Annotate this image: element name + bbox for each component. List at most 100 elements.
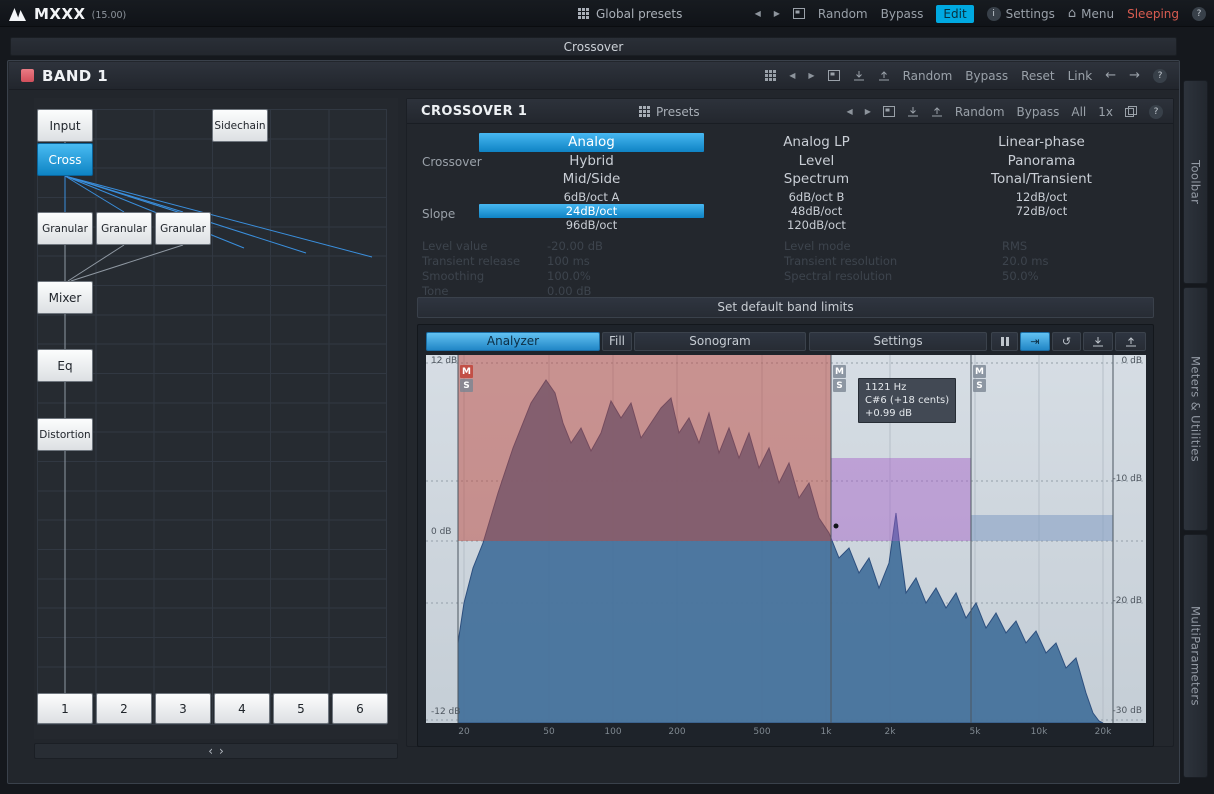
node-mixer[interactable]: Mixer — [37, 281, 93, 314]
node-granular-2[interactable]: Granular — [96, 212, 152, 245]
settings-button[interactable]: i Settings — [987, 7, 1055, 21]
node-input[interactable]: Input — [37, 109, 93, 142]
band1-solo-button[interactable]: S — [460, 379, 473, 392]
tab-analyzer[interactable]: Analyzer — [426, 332, 600, 351]
logo[interactable]: MXXX (15.00) — [8, 0, 126, 27]
crossover-panel-header: CROSSOVER 1 Presets ◀ ▶ Random Bypass Al… — [407, 99, 1173, 124]
detach-window-icon[interactable] — [1125, 106, 1137, 117]
sleeping-indicator[interactable]: Sleeping — [1127, 7, 1179, 21]
side-tab-meters-utilities[interactable]: Meters & Utilities — [1183, 287, 1208, 531]
routing-graph-panel[interactable]: Input Sidechain Cross Granular Granular … — [34, 98, 398, 739]
preset-box-icon[interactable] — [828, 70, 840, 81]
load-preset-icon[interactable] — [931, 106, 943, 117]
bypass-button[interactable]: Bypass — [881, 7, 924, 21]
help-icon[interactable]: ? — [1192, 7, 1206, 21]
preset-box-icon[interactable] — [883, 106, 895, 117]
save-preset-icon[interactable] — [853, 70, 865, 81]
next-preset-icon[interactable]: ▶ — [865, 107, 871, 116]
node-eq[interactable]: Eq — [37, 349, 93, 382]
option-24db[interactable]: 24dB/oct — [479, 204, 704, 218]
option-hybrid[interactable]: Hybrid — [479, 152, 704, 171]
option-panorama[interactable]: Panorama — [929, 152, 1154, 171]
edit-button[interactable]: Edit — [936, 5, 973, 23]
reset-button[interactable]: Reset — [1021, 69, 1055, 83]
routing-grid[interactable] — [37, 109, 387, 725]
option-analog[interactable]: Analog — [479, 133, 704, 152]
node-granular-1[interactable]: Granular — [37, 212, 93, 245]
node-distortion[interactable]: Distortion — [37, 418, 93, 451]
global-presets-button[interactable]: Global presets — [578, 0, 682, 27]
grid-icon[interactable] — [765, 70, 776, 81]
link-button[interactable]: Link — [1068, 69, 1093, 83]
option-12db[interactable]: 12dB/oct — [929, 190, 1154, 204]
option-linear-phase[interactable]: Linear-phase — [929, 133, 1154, 152]
help-icon[interactable]: ? — [1153, 69, 1167, 83]
node-cross[interactable]: Cross — [37, 143, 93, 176]
slot-3[interactable]: 3 — [155, 693, 211, 724]
set-default-band-limits-button[interactable]: Set default band limits — [417, 297, 1154, 318]
scroll-right-icon[interactable]: › — [219, 744, 224, 758]
save-preset-icon[interactable] — [907, 106, 919, 117]
option-mid-side[interactable]: Mid/Side — [479, 170, 704, 189]
graph-scrollbar[interactable]: ‹ › — [34, 743, 398, 759]
node-granular-3[interactable]: Granular — [155, 212, 211, 245]
load-preset-icon[interactable] — [878, 70, 890, 81]
slot-5[interactable]: 5 — [273, 693, 329, 724]
reset-analysis-button[interactable]: ↺ — [1052, 332, 1081, 351]
node-sidechain[interactable]: Sidechain — [212, 109, 268, 142]
preset-box-icon[interactable] — [793, 8, 805, 19]
option-72db[interactable]: 72dB/oct — [929, 204, 1154, 218]
arrow-right-icon[interactable]: → — [1129, 68, 1140, 83]
pause-button[interactable] — [991, 332, 1018, 351]
freq-tick: 20 — [458, 727, 469, 737]
arrow-left-icon[interactable]: ← — [1105, 68, 1116, 83]
app-title: MXXX — [34, 5, 86, 23]
band3-mute-button[interactable]: M — [973, 365, 986, 378]
option-level[interactable]: Level — [704, 152, 929, 171]
side-tab-toolbar[interactable]: Toolbar — [1183, 80, 1208, 284]
option-tonal-transient[interactable]: Tonal/Transient — [929, 170, 1154, 189]
crossover-strip[interactable]: Crossover — [10, 37, 1177, 56]
band2-solo-button[interactable]: S — [833, 379, 846, 392]
menu-button[interactable]: ⌂ Menu — [1068, 6, 1114, 21]
band-color-swatch[interactable] — [21, 69, 34, 82]
band3-solo-button[interactable]: S — [973, 379, 986, 392]
next-preset-icon[interactable]: ▶ — [808, 71, 814, 80]
tab-settings[interactable]: Settings — [809, 332, 987, 351]
tab-sonogram[interactable]: Sonogram — [634, 332, 806, 351]
prev-preset-icon[interactable]: ◀ — [789, 71, 795, 80]
prev-preset-icon[interactable]: ◀ — [847, 107, 853, 116]
export-button[interactable] — [1083, 332, 1113, 351]
help-icon[interactable]: ? — [1149, 105, 1163, 119]
scroll-left-icon[interactable]: ‹ — [208, 744, 213, 758]
band1-mute-button[interactable]: M — [460, 365, 473, 378]
bypass-button[interactable]: Bypass — [1017, 105, 1060, 119]
random-button[interactable]: Random — [903, 69, 953, 83]
slot-1[interactable]: 1 — [37, 693, 93, 724]
random-button[interactable]: Random — [818, 7, 868, 21]
option-120db[interactable]: 120dB/oct — [704, 218, 929, 232]
side-tab-multiparameters[interactable]: MultiParameters — [1183, 534, 1208, 778]
normalize-button[interactable]: ⇥ — [1020, 332, 1050, 351]
slot-2[interactable]: 2 — [96, 693, 152, 724]
slot-4[interactable]: 4 — [214, 693, 270, 724]
next-preset-icon[interactable]: ▶ — [774, 9, 780, 18]
band-toolbar: ◀ ▶ Random Bypass Reset Link ← → ? — [765, 68, 1167, 83]
prev-preset-icon[interactable]: ◀ — [755, 9, 761, 18]
all-button[interactable]: All — [1071, 105, 1086, 119]
spectrum-analyzer-plot[interactable]: 12 dB 0 dB -12 dB 0 dB -10 dB -20 dB -30… — [426, 355, 1146, 723]
multiplier-button[interactable]: 1x — [1098, 105, 1113, 119]
option-6db-a[interactable]: 6dB/oct A — [479, 190, 704, 204]
random-button[interactable]: Random — [955, 105, 1005, 119]
band2-mute-button[interactable]: M — [833, 365, 846, 378]
option-analog-lp[interactable]: Analog LP — [704, 133, 929, 152]
presets-button[interactable]: Presets — [639, 99, 700, 124]
bypass-button[interactable]: Bypass — [965, 69, 1008, 83]
import-button[interactable] — [1115, 332, 1146, 351]
option-96db[interactable]: 96dB/oct — [479, 218, 704, 232]
option-48db[interactable]: 48dB/oct — [704, 204, 929, 218]
tab-fill[interactable]: Fill — [602, 332, 632, 351]
slot-6[interactable]: 6 — [332, 693, 388, 724]
option-spectrum[interactable]: Spectrum — [704, 170, 929, 189]
option-6db-b[interactable]: 6dB/oct B — [704, 190, 929, 204]
